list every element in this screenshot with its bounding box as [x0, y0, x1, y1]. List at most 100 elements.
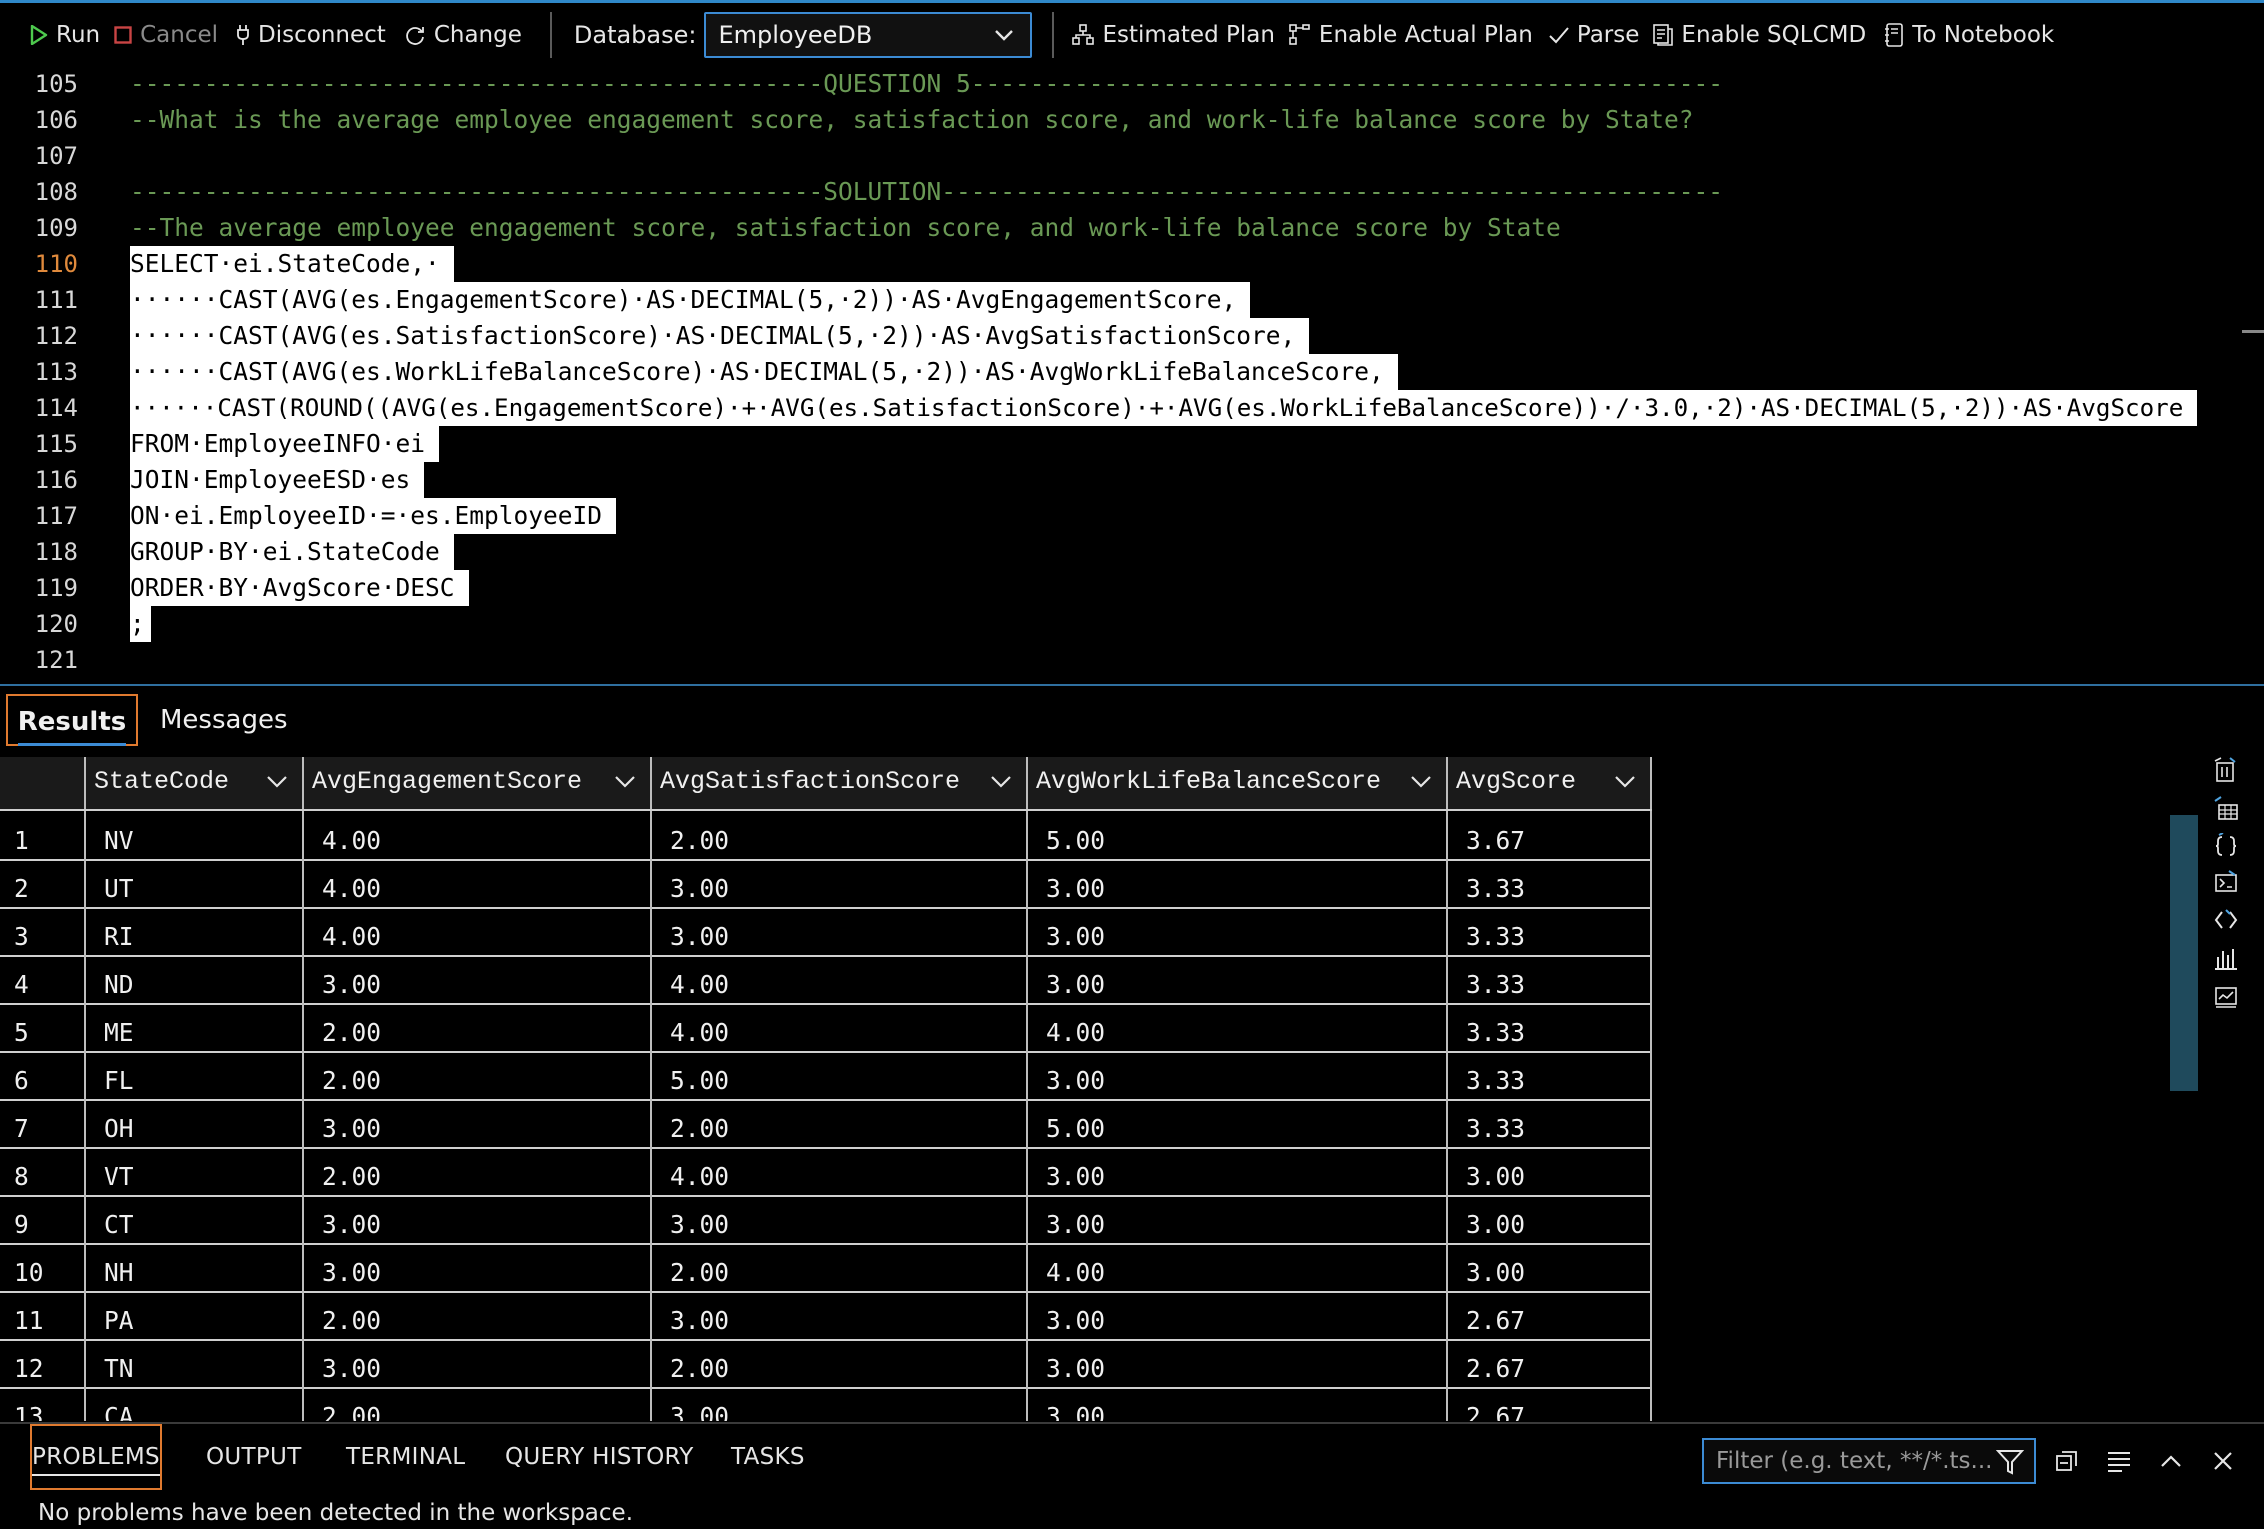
- visualizer-icon[interactable]: [2206, 983, 2246, 1015]
- chevron-down-icon[interactable]: [614, 757, 636, 807]
- cancel-button[interactable]: Cancel: [114, 22, 218, 48]
- row-number-cell[interactable]: 10: [0, 1243, 84, 1291]
- chevron-down-icon[interactable]: [990, 757, 1012, 807]
- change-connection-button[interactable]: Change: [404, 22, 522, 48]
- row-number-cell[interactable]: 5: [0, 1003, 84, 1051]
- database-dropdown[interactable]: EmployeeDB: [704, 11, 1033, 58]
- table-cell[interactable]: 3.00: [1026, 955, 1446, 1003]
- code-line[interactable]: 118 GROUP·BY·ei.StateCode: [0, 534, 2240, 570]
- table-cell[interactable]: 3.00: [650, 859, 1026, 907]
- table-row[interactable]: 12 TN 3.00 2.00 3.00 2.67: [0, 1339, 1652, 1389]
- table-cell[interactable]: 3.00: [1026, 1291, 1446, 1339]
- table-cell[interactable]: CT: [84, 1195, 302, 1243]
- table-cell[interactable]: 3.00: [650, 907, 1026, 955]
- table-cell[interactable]: 3.00: [1026, 907, 1446, 955]
- table-cell[interactable]: 3.33: [1446, 1003, 1652, 1051]
- row-number-cell[interactable]: 2: [0, 859, 84, 907]
- row-number-cell[interactable]: 4: [0, 955, 84, 1003]
- table-cell[interactable]: 3.00: [650, 1195, 1026, 1243]
- table-cell[interactable]: 3.00: [1026, 859, 1446, 907]
- parse-button[interactable]: Parse: [1549, 22, 1639, 48]
- table-cell[interactable]: 3.33: [1446, 907, 1652, 955]
- table-cell[interactable]: NV: [84, 811, 302, 859]
- table-cell[interactable]: 4.00: [302, 811, 650, 859]
- table-cell[interactable]: 4.00: [650, 1003, 1026, 1051]
- code-line[interactable]: 117 ON·ei.EmployeeID·=·es.EmployeeID: [0, 498, 2240, 534]
- problems-filter-input[interactable]: Filter (e.g. text, **/*.ts...: [1702, 1438, 2036, 1484]
- table-cell[interactable]: 2.00: [650, 1243, 1026, 1291]
- table-cell[interactable]: 2.67: [1446, 1387, 1652, 1421]
- code-line[interactable]: 105 -------------------------------------…: [0, 66, 2240, 102]
- column-header[interactable]: AvgSatisfactionScore: [650, 757, 1026, 809]
- table-cell[interactable]: 5.00: [1026, 1099, 1446, 1147]
- tab-results[interactable]: Results: [6, 694, 138, 746]
- editor-results-divider[interactable]: [0, 684, 2264, 686]
- save-as-csv-icon[interactable]: [2206, 757, 2246, 789]
- table-cell[interactable]: 3.00: [1446, 1147, 1652, 1195]
- row-number-cell[interactable]: 1: [0, 811, 84, 859]
- row-number-cell[interactable]: 13: [0, 1387, 84, 1421]
- code-line[interactable]: 121: [0, 642, 2240, 678]
- table-cell[interactable]: VT: [84, 1147, 302, 1195]
- column-header[interactable]: AvgEngagementScore: [302, 757, 650, 809]
- close-panel-icon[interactable]: [2208, 1446, 2238, 1476]
- sql-editor[interactable]: 105 -------------------------------------…: [0, 66, 2264, 683]
- tab-query-history[interactable]: QUERY HISTORY: [505, 1424, 694, 1490]
- tab-problems[interactable]: PROBLEMS: [30, 1424, 162, 1490]
- table-cell[interactable]: 2.00: [650, 1339, 1026, 1387]
- grid-scrollbar-thumb[interactable]: [2170, 815, 2198, 1091]
- table-cell[interactable]: 3.00: [1026, 1195, 1446, 1243]
- chart-icon[interactable]: [2206, 945, 2246, 977]
- table-row[interactable]: 1 NV 4.00 2.00 5.00 3.67: [0, 811, 1652, 861]
- code-line[interactable]: 109 --The average employee engagement sco…: [0, 210, 2240, 246]
- filter-icon[interactable]: [1996, 1448, 2024, 1476]
- run-button[interactable]: Run: [30, 22, 100, 48]
- column-header[interactable]: StateCode: [84, 757, 302, 809]
- code-line[interactable]: 114 ······CAST(ROUND((AVG(es.EngagementSc…: [0, 390, 2240, 426]
- table-row[interactable]: 4 ND 3.00 4.00 3.00 3.33: [0, 955, 1652, 1005]
- tab-output[interactable]: OUTPUT: [206, 1424, 302, 1490]
- table-cell[interactable]: 5.00: [1026, 811, 1446, 859]
- table-cell[interactable]: 3.00: [650, 1387, 1026, 1421]
- code-line[interactable]: 110 SELECT·ei.StateCode,·: [0, 246, 2240, 282]
- table-row[interactable]: 8 VT 2.00 4.00 3.00 3.00: [0, 1147, 1652, 1197]
- table-cell[interactable]: 4.00: [1026, 1243, 1446, 1291]
- table-row[interactable]: 11 PA 2.00 3.00 3.00 2.67: [0, 1291, 1652, 1341]
- row-number-cell[interactable]: 3: [0, 907, 84, 955]
- tab-tasks[interactable]: TASKS: [731, 1424, 805, 1490]
- table-cell[interactable]: 3.33: [1446, 1051, 1652, 1099]
- row-number-cell[interactable]: 12: [0, 1339, 84, 1387]
- table-cell[interactable]: PA: [84, 1291, 302, 1339]
- tab-messages[interactable]: Messages: [160, 694, 288, 746]
- table-row[interactable]: 13 CA 2.00 3.00 3.00 2.67: [0, 1387, 1652, 1421]
- disconnect-button[interactable]: Disconnect: [236, 22, 386, 48]
- maximize-panel-icon[interactable]: [2156, 1446, 2186, 1476]
- code-line[interactable]: 108 -------------------------------------…: [0, 174, 2240, 210]
- column-header[interactable]: AvgScore: [1446, 757, 1652, 809]
- code-line[interactable]: 113 ······CAST(AVG(es.WorkLifeBalanceScor…: [0, 354, 2240, 390]
- table-cell[interactable]: UT: [84, 859, 302, 907]
- table-cell[interactable]: 3.00: [302, 1339, 650, 1387]
- table-cell[interactable]: 3.33: [1446, 955, 1652, 1003]
- table-cell[interactable]: 3.00: [1446, 1243, 1652, 1291]
- chevron-down-icon[interactable]: [1614, 757, 1636, 807]
- table-cell[interactable]: 3.33: [1446, 859, 1652, 907]
- table-cell[interactable]: 4.00: [650, 955, 1026, 1003]
- table-cell[interactable]: 3.00: [302, 955, 650, 1003]
- save-as-excel-icon[interactable]: [2206, 795, 2246, 827]
- table-cell[interactable]: TN: [84, 1339, 302, 1387]
- table-row[interactable]: 9 CT 3.00 3.00 3.00 3.00: [0, 1195, 1652, 1245]
- table-row[interactable]: 10 NH 3.00 2.00 4.00 3.00: [0, 1243, 1652, 1293]
- table-cell[interactable]: NH: [84, 1243, 302, 1291]
- chevron-down-icon[interactable]: [266, 757, 288, 807]
- table-cell[interactable]: 3.33: [1446, 1099, 1652, 1147]
- table-cell[interactable]: 5.00: [650, 1051, 1026, 1099]
- table-cell[interactable]: CA: [84, 1387, 302, 1421]
- tab-terminal[interactable]: TERMINAL: [346, 1424, 465, 1490]
- table-cell[interactable]: 3.00: [1026, 1147, 1446, 1195]
- save-as-markdown-icon[interactable]: [2206, 907, 2246, 939]
- table-cell[interactable]: 2.67: [1446, 1339, 1652, 1387]
- table-cell[interactable]: 3.00: [1026, 1051, 1446, 1099]
- editor-scrollbar-marker[interactable]: [2242, 330, 2264, 333]
- table-cell[interactable]: 3.00: [302, 1099, 650, 1147]
